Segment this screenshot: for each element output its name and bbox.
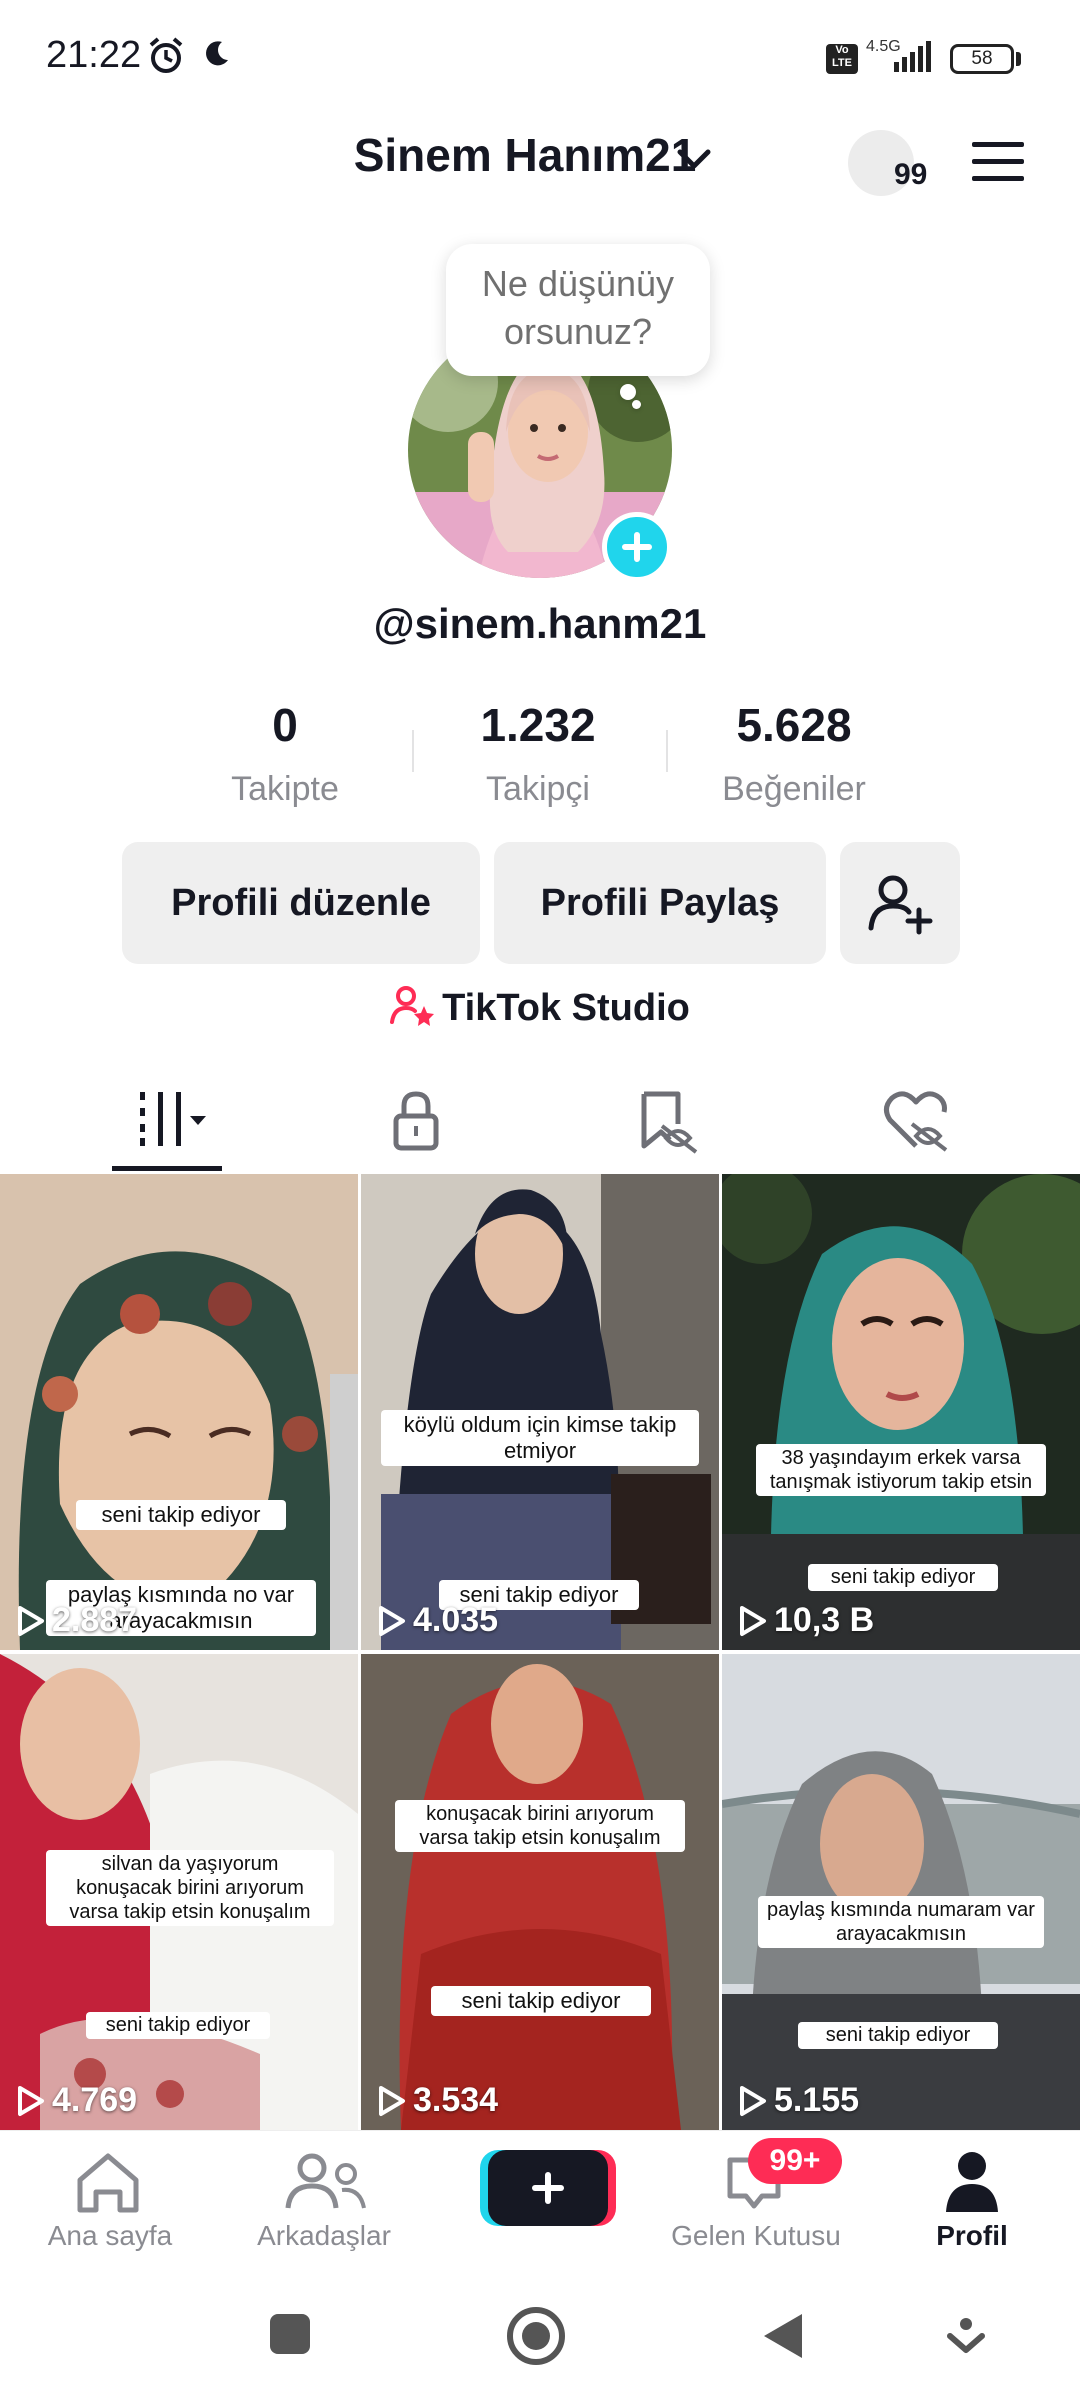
recents-icon[interactable]: [268, 2312, 312, 2356]
video-caption: seni takip ediyor: [798, 2022, 998, 2049]
video-tile[interactable]: konuşacak birini arıyorum varsa takip et…: [361, 1654, 719, 2130]
play-icon: [379, 1605, 405, 1636]
studio-label: TikTok Studio: [442, 987, 690, 1029]
video-tile[interactable]: 38 yaşındayım erkek varsa tanışmak istiy…: [722, 1174, 1080, 1650]
play-icon: [18, 1605, 44, 1636]
plus-icon: [622, 532, 652, 562]
view-count-value: 4.035: [413, 1601, 499, 1639]
signal-icon: [894, 41, 931, 72]
bubble-tail-dot: [620, 384, 636, 400]
video-tile[interactable]: seni takip ediyor paylaş kısmında no var…: [0, 1174, 358, 1650]
video-caption: seni takip ediyor: [86, 2012, 270, 2039]
chevron-down-icon[interactable]: [676, 144, 712, 174]
view-count: 10,3 B: [738, 1601, 874, 1640]
tiktok-studio-link[interactable]: TikTok Studio: [0, 984, 1080, 1030]
view-count-value: 3.534: [413, 2081, 499, 2119]
friends-icon[interactable]: [224, 2150, 424, 2214]
play-icon: [379, 2085, 405, 2116]
video-caption: 38 yaşındayım erkek varsa tanışmak istiy…: [756, 1444, 1046, 1496]
inbox-badge: 99+: [748, 2138, 842, 2184]
view-count: 4.769: [16, 2081, 137, 2120]
moon-icon: [206, 41, 228, 66]
view-count-value: 5.155: [774, 2081, 860, 2119]
thought-bubble-line1: Ne düşünüy: [481, 263, 675, 304]
view-count: 4.035: [377, 1601, 498, 1640]
view-count-value: 10,3 B: [774, 1601, 875, 1639]
play-icon: [740, 2085, 766, 2116]
profile-icon[interactable]: [872, 2150, 1072, 2214]
liked-hidden-icon[interactable]: [876, 1080, 956, 1160]
thought-bubble[interactable]: Ne düşünüy orsunuz?: [446, 244, 710, 376]
battery-tip: [1016, 52, 1021, 66]
notification-count: 99: [894, 158, 928, 191]
video-thumbnail: [722, 1654, 1080, 2130]
battery-indicator: 58: [950, 44, 1014, 74]
video-thumbnail: [0, 1174, 358, 1650]
bubble-tail-dot-small: [632, 400, 641, 409]
video-caption: seni takip ediyor: [431, 1986, 651, 2016]
create-button[interactable]: [440, 2146, 640, 2230]
play-icon: [740, 1605, 766, 1636]
followers-count[interactable]: 1.232: [408, 698, 668, 752]
active-tab-indicator: [112, 1166, 222, 1171]
view-count: 2.887: [16, 1601, 137, 1640]
video-caption: konuşacak birini arıyorum varsa takip et…: [395, 1800, 685, 1852]
add-story-button[interactable]: [602, 512, 672, 582]
nav-profile-label[interactable]: Profil: [862, 2220, 1080, 2252]
likes-count[interactable]: 5.628: [664, 698, 924, 752]
view-count-value: 4.769: [52, 2081, 138, 2119]
video-caption: köylü oldum için kimse takip etmiyor: [381, 1410, 699, 1466]
lock-icon[interactable]: [376, 1080, 456, 1160]
play-icon: [18, 2085, 44, 2116]
video-thumbnail: [361, 1654, 719, 2130]
add-friends-button[interactable]: [840, 842, 960, 964]
followers-label[interactable]: Takipçi: [408, 770, 668, 809]
view-count: 3.534: [377, 2081, 498, 2120]
video-caption: paylaş kısmında numaram var arayacakmısı…: [758, 1896, 1044, 1948]
video-caption: silvan da yaşıyorum konuşacak birini arı…: [46, 1850, 334, 1926]
video-tile[interactable]: köylü oldum için kimse takip etmiyor sen…: [361, 1174, 719, 1650]
reposts-hidden-icon[interactable]: [626, 1080, 706, 1160]
home-system-icon[interactable]: [506, 2306, 566, 2366]
likes-label[interactable]: Beğeniler: [664, 770, 924, 809]
video-caption: seni takip ediyor: [808, 1564, 998, 1591]
video-caption: seni takip ediyor: [76, 1500, 286, 1530]
edit-profile-button[interactable]: Profili düzenle: [122, 842, 480, 964]
thought-bubble-line2: orsunuz?: [503, 311, 653, 352]
videos-grid-icon[interactable]: [130, 1080, 210, 1160]
video-tile[interactable]: silvan da yaşıyorum konuşacak birini arı…: [0, 1654, 358, 2130]
back-icon[interactable]: [758, 2310, 808, 2362]
nav-home-label[interactable]: Ana sayfa: [0, 2220, 220, 2252]
following-label[interactable]: Takipte: [155, 770, 415, 809]
alarm-icon: [149, 37, 183, 73]
status-time: 21:22: [46, 34, 142, 76]
view-count-value: 2.887: [52, 1601, 138, 1639]
video-tile[interactable]: paylaş kısmında numaram var arayacakmısı…: [722, 1654, 1080, 2130]
menu-icon[interactable]: [970, 140, 1026, 184]
following-count[interactable]: 0: [155, 698, 415, 752]
add-user-icon: [868, 875, 933, 935]
chevron-down-icon[interactable]: [946, 2316, 986, 2356]
nav-friends-label[interactable]: Arkadaşlar: [214, 2220, 434, 2252]
volte-badge: Vo LTE: [826, 44, 858, 74]
home-icon[interactable]: [8, 2150, 208, 2214]
share-profile-button[interactable]: Profili Paylaş: [494, 842, 826, 964]
username: @sinem.hanm21: [373, 600, 707, 647]
view-count: 5.155: [738, 2081, 859, 2120]
nav-inbox-label[interactable]: Gelen Kutusu: [646, 2220, 866, 2252]
studio-icon: [390, 986, 435, 1026]
